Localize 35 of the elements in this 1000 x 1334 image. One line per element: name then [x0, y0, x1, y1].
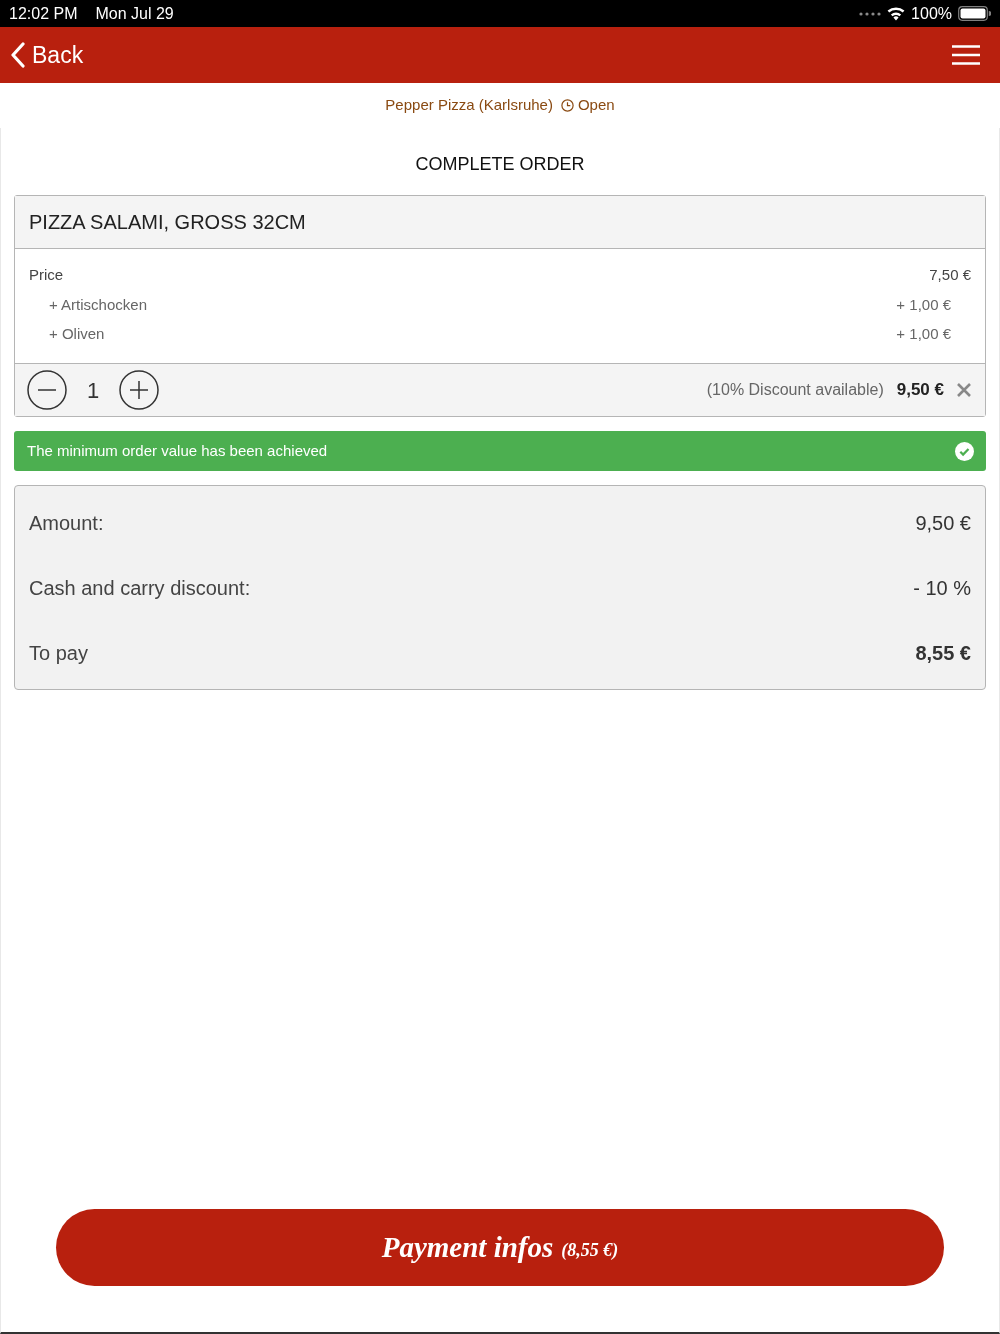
increase-quantity-button[interactable]: [119, 370, 159, 410]
decrease-quantity-button[interactable]: [27, 370, 67, 410]
signal-dots-icon: [859, 11, 882, 16]
clock-icon: [560, 99, 574, 112]
extra-price: + 1,00 €: [896, 294, 951, 315]
item-total: 9,50 €: [896, 379, 944, 402]
extra-name: + Artischocken: [49, 294, 147, 315]
battery-level: 100%: [911, 3, 952, 24]
remove-item-button[interactable]: [955, 381, 973, 399]
summary-label: Cash and carry discount:: [29, 575, 251, 601]
price-label: Price: [29, 264, 64, 285]
battery-icon: [958, 6, 991, 21]
store-name: Pepper Pizza (Karlsruhe): [385, 95, 553, 116]
extra-name: + Oliven: [49, 323, 105, 344]
summary-label: To pay: [29, 640, 88, 666]
summary-label: Amount:: [29, 510, 104, 536]
wifi-icon: [887, 6, 906, 21]
extra-price: + 1,00 €: [896, 323, 951, 344]
check-circle-icon: [955, 441, 974, 461]
summary-value: 8,55 €: [915, 640, 971, 666]
menu-button[interactable]: [952, 44, 980, 66]
status-date: Mon Jul 29: [95, 3, 174, 24]
status-time: 12:02 PM: [9, 3, 78, 24]
payment-infos-button[interactable]: Payment infos (8,55 €): [56, 1209, 944, 1286]
page-title: COMPLETE ORDER: [415, 153, 585, 176]
summary-value: 9,50 €: [915, 510, 971, 536]
quantity-value: 1: [85, 376, 101, 405]
store-status: Open: [577, 95, 615, 116]
back-button[interactable]: Back: [10, 37, 84, 73]
notice-text: The minimum order value has been achieved: [27, 440, 328, 461]
summary-value: - 10 %: [913, 575, 971, 601]
item-name: PIZZA SALAMI, GROSS 32CM: [29, 210, 306, 235]
base-price: 7,50 €: [929, 264, 971, 285]
discount-note: (10% Discount available): [706, 380, 884, 400]
chevron-left-icon: [10, 42, 26, 68]
